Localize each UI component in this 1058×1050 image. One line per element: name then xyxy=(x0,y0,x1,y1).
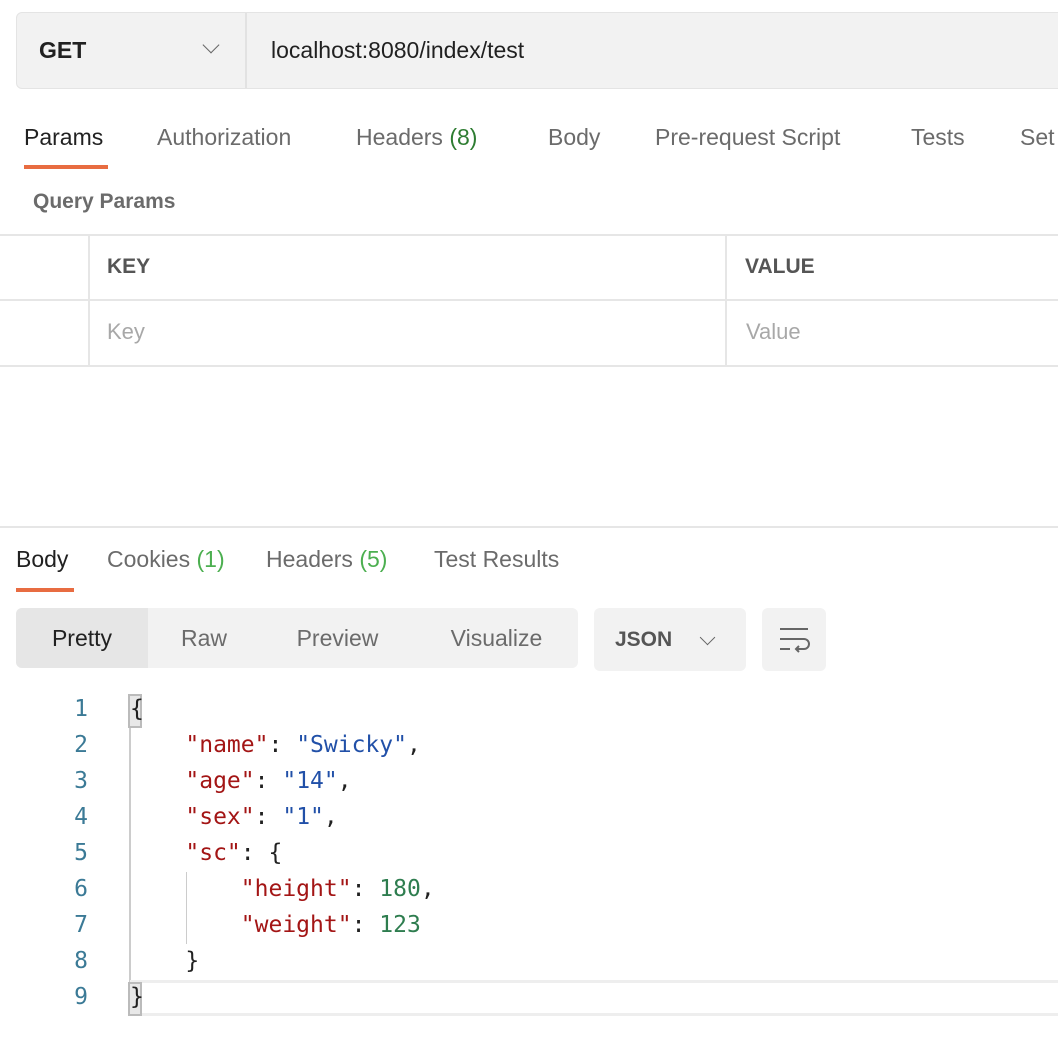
tab-label: Tests xyxy=(911,124,965,150)
url-input[interactable]: localhost:8080/index/test xyxy=(271,13,524,88)
line-number: 8 xyxy=(74,948,88,974)
code-line: "sc": { xyxy=(185,840,283,866)
key-input[interactable]: Key xyxy=(107,319,145,345)
code-line: "weight": 123 xyxy=(240,912,421,938)
json-value: "Swicky" xyxy=(296,732,407,758)
json-key: "name" xyxy=(185,732,269,758)
view-visualize-button[interactable]: Visualize xyxy=(415,608,578,668)
line-number: 1 xyxy=(74,696,88,722)
json-value: 123 xyxy=(379,912,421,938)
code-line: "height": 180, xyxy=(240,876,435,902)
view-preview-button[interactable]: Preview xyxy=(260,608,415,668)
tab-label: Body xyxy=(548,124,601,150)
format-select[interactable]: JSON xyxy=(594,608,746,671)
tab-label: Test Results xyxy=(434,546,560,572)
json-key: "height" xyxy=(240,876,352,902)
response-tab-test-results[interactable]: Test Results xyxy=(434,546,559,573)
code-line: } xyxy=(130,984,144,1010)
tab-label: Cookies xyxy=(107,546,191,572)
json-value: "1" xyxy=(282,804,324,830)
json-punctuation: , xyxy=(337,768,352,794)
tab-pre-request-script[interactable]: Pre-request Script xyxy=(655,124,840,151)
line-number: 3 xyxy=(74,768,88,794)
divider xyxy=(725,234,727,367)
code-line: } xyxy=(130,948,199,974)
active-line-highlight xyxy=(130,980,1058,1016)
response-tab-body[interactable]: Body xyxy=(16,546,68,573)
line-number: 9 xyxy=(74,984,88,1010)
url-bar: GET localhost:8080/index/test xyxy=(16,12,1058,89)
format-label: JSON xyxy=(615,627,673,651)
json-value: "14" xyxy=(282,768,338,794)
tab-label: Headers xyxy=(266,546,353,572)
json-punctuation: } xyxy=(130,984,144,1010)
tab-params[interactable]: Params xyxy=(24,124,103,151)
json-value: { xyxy=(268,840,283,866)
json-punctuation: , xyxy=(406,732,421,758)
tab-label: Params xyxy=(24,124,104,150)
json-key: "weight" xyxy=(240,912,352,938)
value-input[interactable]: Value xyxy=(746,319,801,345)
json-punctuation: , xyxy=(323,804,338,830)
tab-count: (1) xyxy=(196,546,225,572)
divider xyxy=(88,234,90,367)
json-punctuation: , xyxy=(420,876,435,902)
chevron-down-icon xyxy=(202,36,220,54)
divider xyxy=(0,365,1058,367)
line-number: 4 xyxy=(74,804,88,830)
json-punctuation: { xyxy=(130,696,144,722)
tab-authorization[interactable]: Authorization xyxy=(157,124,291,151)
wrap-lines-button[interactable] xyxy=(762,608,826,671)
tab-label: Pre-request Script xyxy=(655,124,841,150)
tab-label: Authorization xyxy=(157,124,292,150)
json-key: "sex" xyxy=(185,804,255,830)
tab-body[interactable]: Body xyxy=(548,124,600,151)
tab-label: Body xyxy=(16,546,69,572)
code-line: "sex": "1", xyxy=(185,804,338,830)
view-mode-selector: Pretty Raw Preview Visualize xyxy=(16,608,578,668)
tab-count: (5) xyxy=(359,546,388,572)
tab-label: Headers xyxy=(356,124,443,150)
active-tab-indicator xyxy=(24,165,108,169)
code-line: "name": "Swicky", xyxy=(185,732,421,758)
json-value: 180 xyxy=(379,876,421,902)
tab-label: Set xyxy=(1020,124,1055,150)
column-header-key: KEY xyxy=(107,255,151,278)
line-number: 7 xyxy=(74,912,88,938)
chevron-down-icon xyxy=(699,629,716,646)
line-number: 2 xyxy=(74,732,88,758)
query-params-title: Query Params xyxy=(33,190,176,213)
line-number: 6 xyxy=(74,876,88,902)
tab-settings[interactable]: Set xyxy=(1020,124,1055,151)
tab-count: (8) xyxy=(449,124,478,150)
json-key: "age" xyxy=(185,768,255,794)
json-key: "sc" xyxy=(185,840,241,866)
view-pretty-button[interactable]: Pretty xyxy=(16,608,148,668)
response-tab-cookies[interactable]: Cookies (1) xyxy=(107,546,225,573)
method-label: GET xyxy=(39,37,87,63)
code-line: "age": "14", xyxy=(185,768,352,794)
wrap-lines-icon xyxy=(780,628,810,653)
pane-divider[interactable] xyxy=(0,526,1058,528)
code-line: { xyxy=(130,696,144,722)
tab-headers[interactable]: Headers (8) xyxy=(356,124,477,151)
tab-tests[interactable]: Tests xyxy=(911,124,965,151)
active-tab-indicator xyxy=(16,588,74,592)
divider xyxy=(0,299,1058,301)
json-punctuation: } xyxy=(185,948,200,974)
method-select[interactable]: GET xyxy=(17,13,247,88)
divider xyxy=(0,234,1058,236)
column-header-value: VALUE xyxy=(745,255,815,278)
view-raw-button[interactable]: Raw xyxy=(148,608,260,668)
line-number: 5 xyxy=(74,840,88,866)
response-tab-headers[interactable]: Headers (5) xyxy=(266,546,387,573)
